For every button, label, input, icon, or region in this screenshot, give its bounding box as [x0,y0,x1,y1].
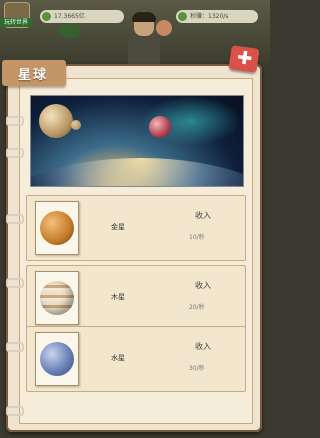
income-display: 秒赚：1320/s [176,10,258,23]
planet-row-venus[interactable]: 金星 收入 10/秒 [26,195,246,261]
money-value: 17.3665亿 [54,13,85,20]
coin-icon [178,12,187,21]
planet-name: 木星 [111,293,125,301]
jupiter-icon [40,281,74,315]
planet-row-jupiter[interactable]: 木星 收入 20/秒 [26,265,246,331]
income-label: 收入 [195,281,211,290]
money-display: 17.3665亿 [40,10,124,23]
binder-ring [6,278,24,288]
income-value: 30/秒 [189,365,205,372]
space-banner-image [30,95,244,187]
panel-title: 星球 [18,68,49,83]
planet-horizon-glow [31,158,243,186]
planet-name: 水星 [111,354,125,362]
banner-planet-large [39,104,73,138]
banner-planet-small [71,120,81,130]
planet-row-mercury[interactable]: 水星 收入 30/秒 [26,326,246,392]
top-hud: 玩转世界 17.3665亿 秒赚：1320/s [0,0,270,66]
income-label: 收入 [195,211,211,220]
planet-thumbnail [35,271,79,325]
binder-ring [6,214,24,224]
binder-ring [6,342,24,352]
character-hair [132,12,156,22]
panel-title-tab: 星球 [2,60,66,86]
income-value: 20/秒 [189,304,205,311]
income-value: 10/秒 [189,234,205,241]
planet-name: 金星 [111,223,125,231]
leaf-decoration [58,24,80,38]
character-body [128,34,160,66]
character-fist [156,20,172,36]
plus-close-icon: ✚ [235,47,254,71]
income-label: 收入 [195,342,211,351]
banner-planet-red [149,116,171,138]
player-title-badge: 玩转世界 [0,18,32,27]
income-rate: 秒赚：1320/s [190,13,229,20]
character-figure [122,12,172,66]
mercury-icon [40,342,74,376]
binder-ring [6,148,24,158]
binder-ring [6,406,24,416]
planet-thumbnail [35,332,79,386]
venus-icon [40,211,74,245]
binder-ring [6,116,24,126]
planet-thumbnail [35,201,79,255]
cash-icon [42,12,51,21]
close-button[interactable]: ✚ [228,45,260,73]
